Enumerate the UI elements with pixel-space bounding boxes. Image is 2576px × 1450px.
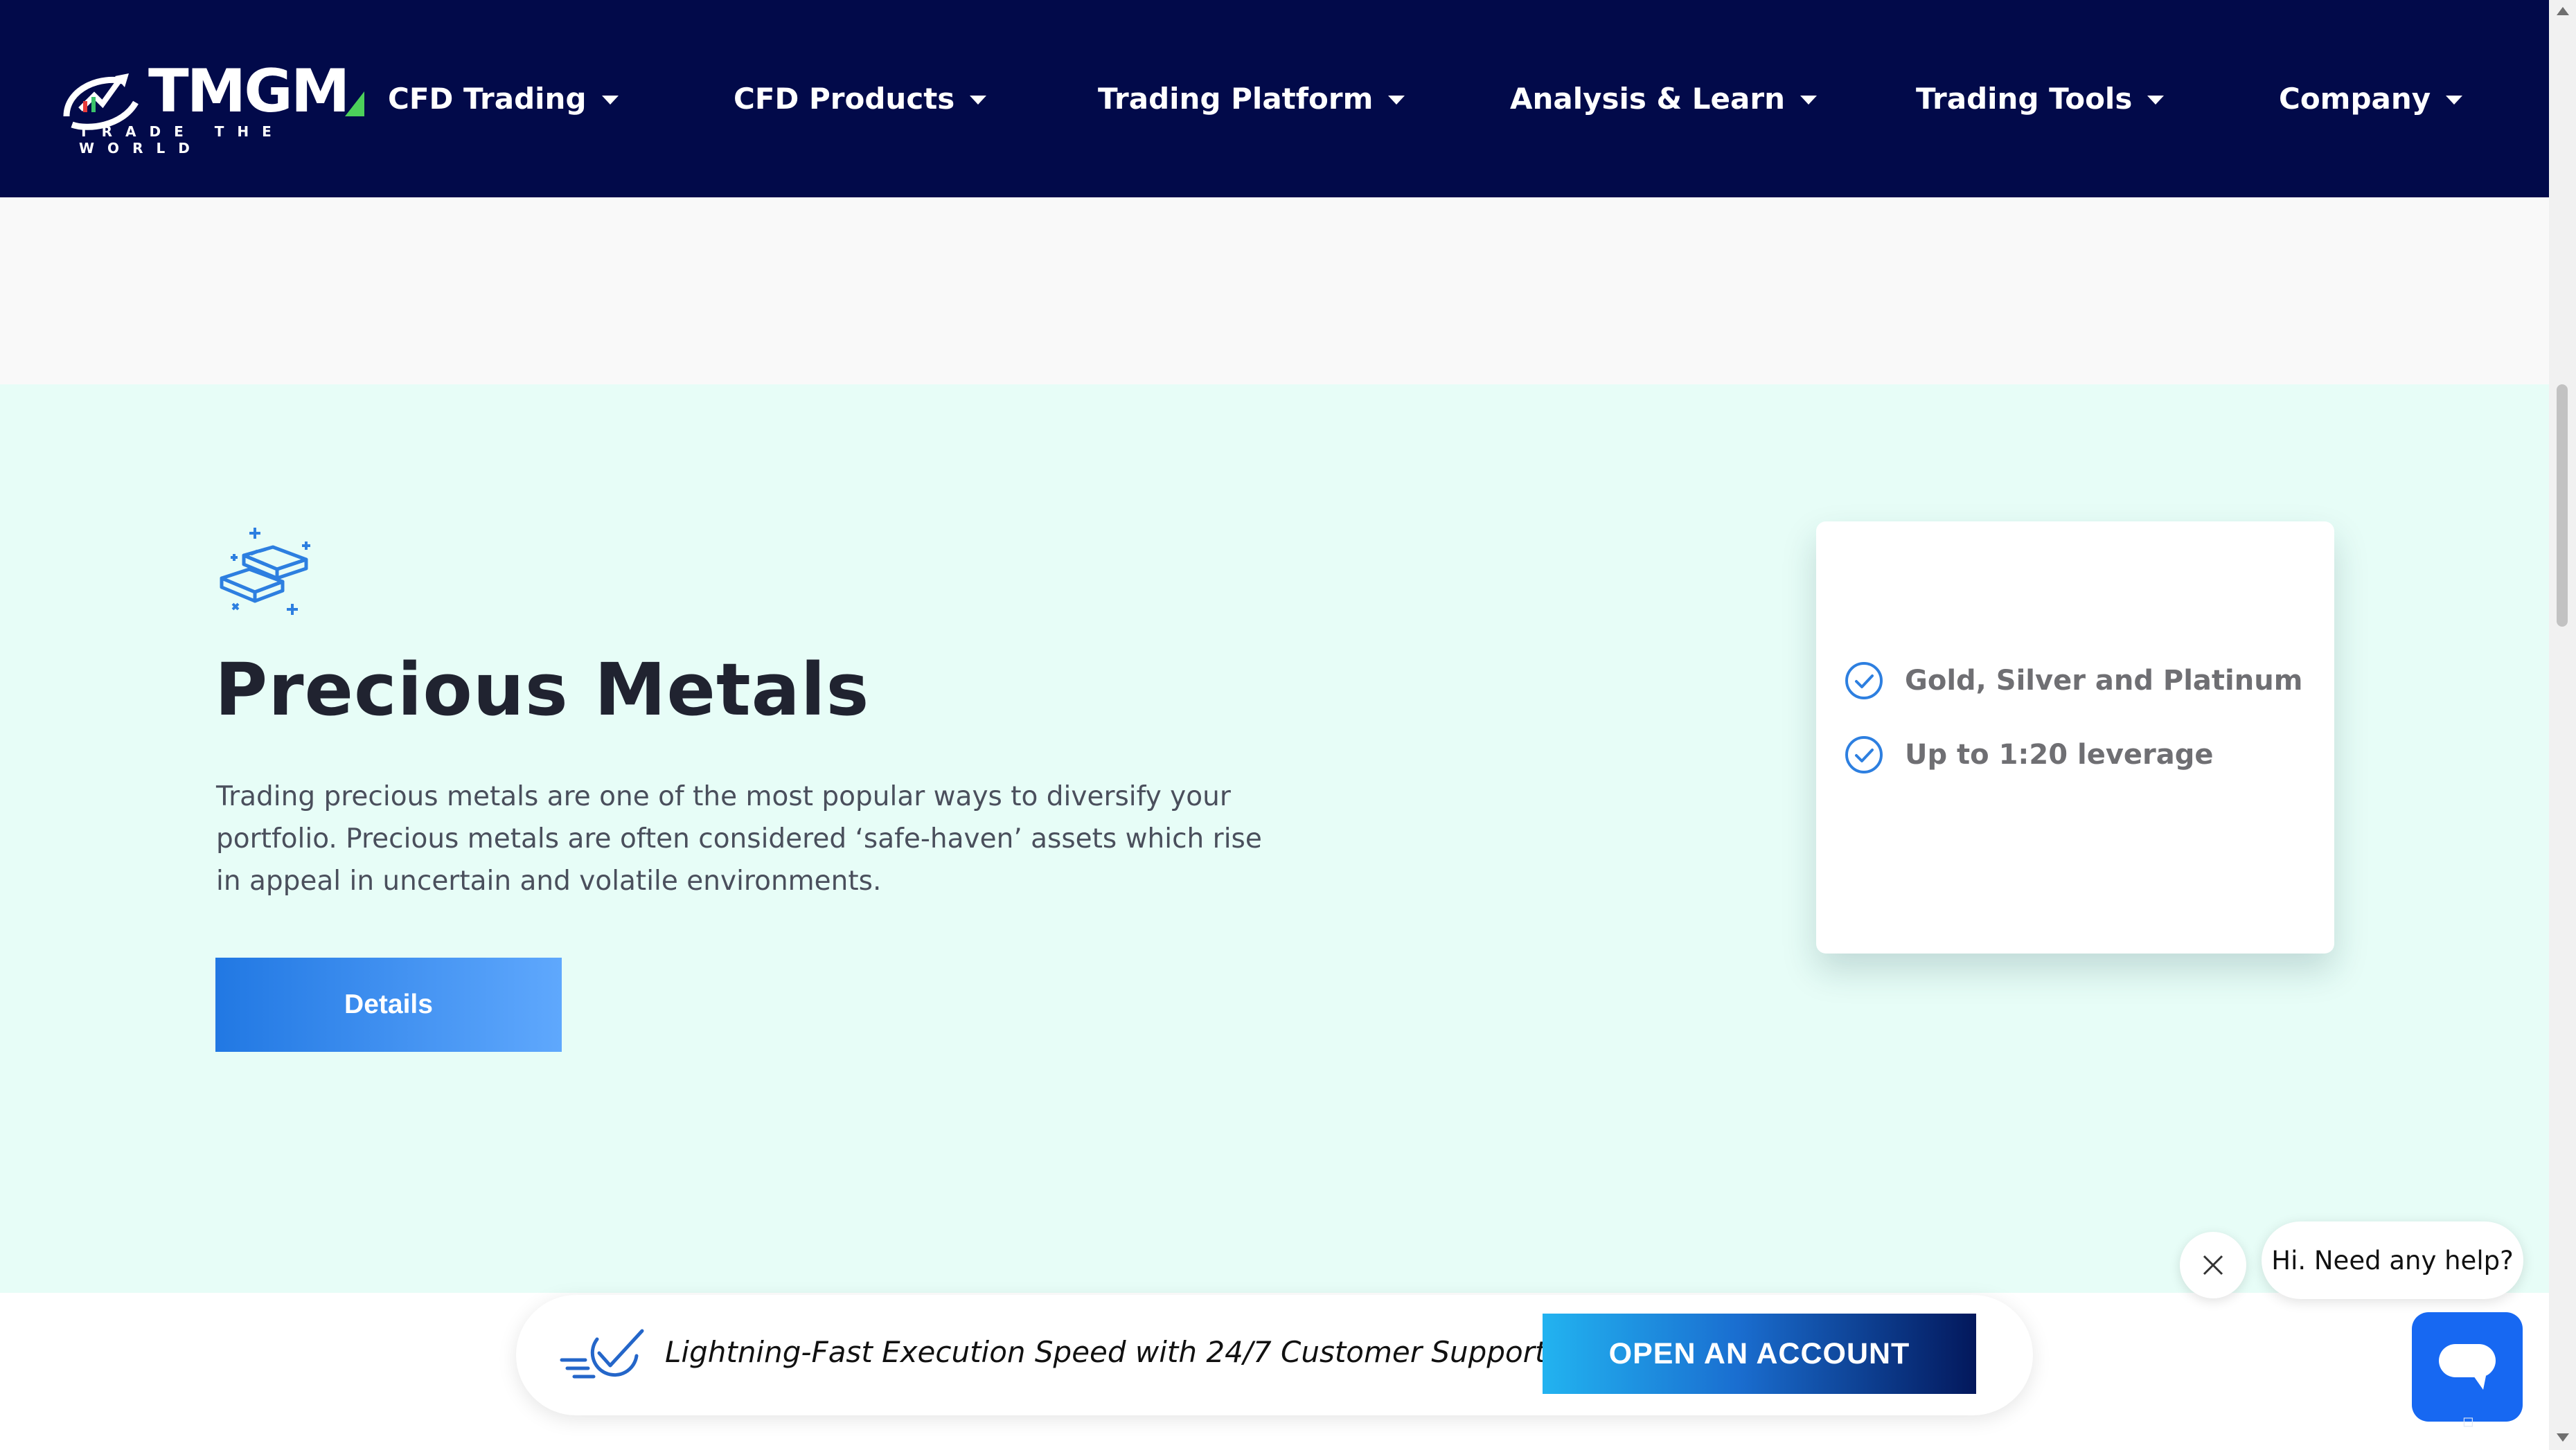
nav-trading-platform[interactable]: Trading Platform bbox=[1098, 78, 1405, 119]
features-card: Gold, Silver and Platinum Up to 1:20 lev… bbox=[1816, 521, 2334, 954]
nav-label: CFD Products bbox=[734, 81, 955, 116]
nav-label: CFD Trading bbox=[388, 81, 587, 116]
chat-bubble-icon bbox=[2439, 1344, 2496, 1390]
feature-text: Gold, Silver and Platinum bbox=[1905, 665, 2303, 697]
nav-trading-tools[interactable]: Trading Tools bbox=[1916, 78, 2165, 119]
feature-text: Up to 1:20 leverage bbox=[1905, 739, 2214, 771]
details-button[interactable]: Details bbox=[215, 958, 562, 1052]
caret-down-icon bbox=[2446, 95, 2463, 105]
section-title: Precious Metals bbox=[215, 647, 870, 732]
scroll-up-arrow-icon[interactable] bbox=[2557, 7, 2569, 15]
nav-label: Trading Platform bbox=[1098, 81, 1374, 116]
nav-analysis-learn[interactable]: Analysis & Learn bbox=[1510, 78, 1817, 119]
watermark-icon: ◻ bbox=[2462, 1413, 2474, 1429]
nav-label: Analysis & Learn bbox=[1510, 81, 1785, 116]
logo-green-accent bbox=[345, 91, 364, 116]
promo-bar: Lightning-Fast Execution Speed with 24/7… bbox=[516, 1295, 2033, 1415]
nav-company[interactable]: Company bbox=[2279, 78, 2463, 119]
scrollbar-thumb[interactable] bbox=[2557, 384, 2568, 627]
chat-launcher-button[interactable] bbox=[2412, 1312, 2523, 1422]
check-circle-icon bbox=[1845, 662, 1883, 699]
logo-tagline: TRADE THE WORLD bbox=[79, 123, 285, 156]
chat-help-bubble[interactable]: Hi. Need any help? bbox=[2262, 1221, 2523, 1299]
nav-label: Trading Tools bbox=[1916, 81, 2133, 116]
top-navbar: TMGM TRADE THE WORLD CFD Trading CFD Pro… bbox=[0, 0, 2549, 197]
nav-label: Company bbox=[2279, 81, 2431, 116]
vertical-scrollbar[interactable] bbox=[2549, 0, 2576, 1450]
logo-wordmark: TMGM bbox=[148, 57, 350, 126]
caret-down-icon bbox=[1388, 95, 1405, 105]
caret-down-icon bbox=[970, 95, 987, 105]
nav-cfd-trading[interactable]: CFD Trading bbox=[388, 78, 619, 119]
promo-text: Lightning-Fast Execution Speed with 24/7… bbox=[665, 1335, 1547, 1369]
open-account-button[interactable]: OPEN AN ACCOUNT bbox=[1543, 1314, 1976, 1394]
chat-help-text: Hi. Need any help? bbox=[2271, 1245, 2514, 1276]
close-icon bbox=[2203, 1255, 2223, 1276]
caret-down-icon bbox=[601, 95, 619, 105]
close-chat-prompt-button[interactable] bbox=[2180, 1232, 2246, 1298]
gold-bars-icon bbox=[220, 528, 310, 615]
caret-down-icon bbox=[1800, 95, 1817, 105]
section-description: Trading precious metals are one of the m… bbox=[216, 781, 1262, 897]
feature-item: Up to 1:20 leverage bbox=[1844, 734, 2214, 776]
nav-cfd-products[interactable]: CFD Products bbox=[734, 78, 987, 119]
scroll-down-arrow-icon[interactable] bbox=[2557, 1433, 2569, 1442]
top-spacer-band bbox=[0, 197, 2549, 384]
caret-down-icon bbox=[2147, 95, 2165, 105]
tmgm-logo[interactable]: TMGM TRADE THE WORLD bbox=[60, 57, 364, 156]
fast-check-icon bbox=[560, 1329, 644, 1379]
check-circle-icon bbox=[1845, 736, 1883, 773]
feature-item: Gold, Silver and Platinum bbox=[1844, 660, 2302, 701]
